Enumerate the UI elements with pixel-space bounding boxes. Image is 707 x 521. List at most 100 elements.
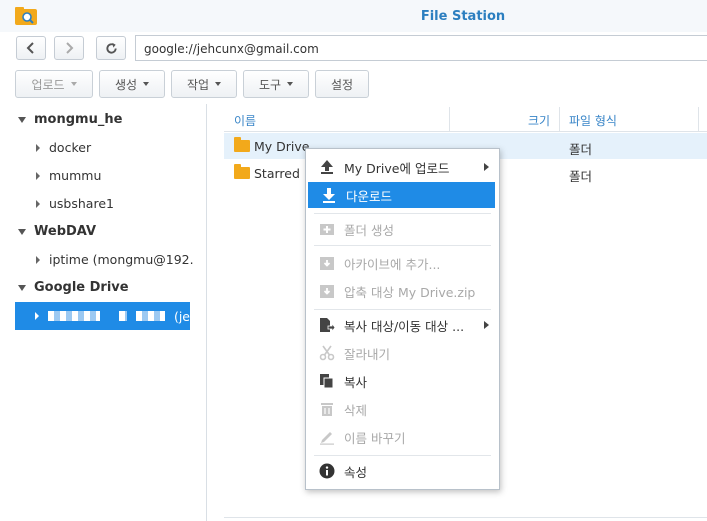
column-header-name[interactable]: 이름 — [234, 112, 256, 129]
menu-item-add-to-archive[interactable]: 아카이브에 추가... — [306, 250, 499, 276]
navigation-bar: google://jehcunx@gmail.com — [0, 32, 707, 66]
menu-item-label: 폴더 생성 — [344, 222, 394, 238]
menu-item-label: 복사 — [344, 374, 368, 390]
menu-item-upload-to[interactable]: My Drive에 업로드 — [306, 154, 499, 180]
menu-item-label: 속성 — [344, 464, 368, 480]
title-bar: File Station — [0, 0, 707, 33]
sidebar-group-mongmu-he[interactable]: mongmu_he — [18, 112, 122, 127]
menu-item-copy-move-to[interactable]: 복사 대상/이동 대상 ... — [306, 312, 499, 338]
column-header-type[interactable]: 파일 형식 — [569, 112, 617, 129]
column-divider — [449, 107, 450, 131]
refresh-icon — [105, 42, 117, 54]
menu-item-rename[interactable]: 이름 바꾸기 — [306, 424, 499, 450]
pencil-icon — [318, 428, 336, 446]
sidebar-item-label: docker — [49, 140, 92, 155]
menu-item-copy[interactable]: 복사 — [306, 368, 499, 394]
sidebar-group-label: mongmu_he — [34, 112, 123, 127]
caret-down-icon — [215, 82, 222, 86]
menu-separator — [314, 455, 491, 456]
chevron-right-icon — [66, 42, 74, 54]
menu-item-create-folder[interactable]: 폴더 생성 — [306, 216, 499, 242]
info-icon — [318, 462, 336, 480]
sidebar-item-label: (je — [173, 308, 190, 324]
upload-label: 업로드 — [31, 77, 65, 92]
caret-down-icon — [70, 82, 77, 86]
sidebar-group-google-drive[interactable]: Google Drive — [18, 280, 129, 295]
sidebar-item-usbshare1[interactable]: usbshare1 — [36, 196, 114, 211]
file-type: 폴더 — [569, 169, 593, 184]
toolbar: 업로드 생성 작업 도구 설정 — [0, 66, 707, 105]
back-button[interactable] — [16, 36, 46, 60]
redacted-text — [48, 311, 101, 321]
create-label: 생성 — [114, 77, 138, 92]
menu-item-label: 복사 대상/이동 대상 ... — [344, 318, 465, 334]
forward-button[interactable] — [54, 36, 84, 60]
menu-item-delete[interactable]: 삭제 — [306, 396, 499, 422]
expand-arrow-icon — [18, 284, 26, 291]
file-name: My Drive — [254, 139, 310, 154]
scissors-icon — [318, 344, 336, 362]
menu-item-label: 잘라내기 — [344, 346, 391, 362]
column-divider — [559, 107, 560, 131]
sidebar-item-google-account[interactable]: (je — [15, 302, 190, 330]
submenu-arrow-icon — [484, 321, 489, 329]
tools-button[interactable]: 도구 — [243, 70, 309, 98]
sidebar-item-docker[interactable]: docker — [36, 140, 91, 155]
folder-icon — [234, 137, 250, 152]
caret-down-icon — [143, 82, 150, 86]
archive-icon — [318, 254, 336, 272]
collapse-arrow-icon — [36, 199, 40, 208]
menu-item-label: 삭제 — [344, 402, 368, 418]
upload-button[interactable]: 업로드 — [15, 70, 93, 98]
context-menu: My Drive에 업로드 다운로드 폴더 생성 아카이브에 추가... 압축 … — [305, 148, 500, 490]
menu-separator — [314, 245, 491, 246]
collapse-arrow-icon — [35, 312, 39, 320]
tools-label: 도구 — [258, 77, 282, 92]
file-name: Starred — [254, 166, 300, 181]
path-input[interactable]: google://jehcunx@gmail.com — [135, 35, 707, 61]
menu-item-download[interactable]: 다운로드 — [308, 182, 495, 208]
menu-separator — [314, 309, 491, 310]
menu-item-compress-to[interactable]: 압축 대상 My Drive.zip — [306, 278, 499, 304]
menu-item-label: 이름 바꾸기 — [344, 430, 406, 446]
refresh-button[interactable] — [96, 36, 126, 60]
sidebar: mongmu_he docker mummu usbshare1 WebDAV … — [0, 104, 207, 521]
expand-arrow-icon — [18, 228, 26, 235]
sidebar-item-label: usbshare1 — [49, 196, 114, 211]
collapse-arrow-icon — [36, 143, 40, 152]
settings-label: 설정 — [330, 77, 354, 92]
copy-move-icon — [318, 316, 336, 334]
list-bottom-border — [224, 517, 707, 518]
upload-icon — [318, 158, 336, 176]
collapse-arrow-icon — [36, 171, 40, 180]
menu-item-label: 다운로드 — [346, 188, 393, 204]
sidebar-item-iptime[interactable]: iptime (mongmu@192. — [36, 252, 194, 267]
sidebar-item-label: mummu — [49, 168, 102, 183]
collapse-arrow-icon — [36, 255, 40, 264]
chevron-left-icon — [26, 42, 34, 54]
redacted-text — [135, 311, 165, 321]
submenu-arrow-icon — [484, 163, 489, 171]
sidebar-item-label: iptime (mongmu@192. — [49, 252, 194, 267]
sidebar-group-webdav[interactable]: WebDAV — [18, 224, 96, 239]
sidebar-item-mummu[interactable]: mummu — [36, 168, 101, 183]
sidebar-group-label: Google Drive — [34, 280, 129, 295]
window-title: File Station — [420, 9, 506, 24]
folder-icon — [234, 164, 250, 179]
menu-item-label: My Drive에 업로드 — [344, 160, 450, 176]
settings-button[interactable]: 설정 — [315, 70, 369, 98]
redacted-text — [119, 311, 127, 321]
menu-item-properties[interactable]: 속성 — [306, 458, 499, 484]
sidebar-group-label: WebDAV — [34, 224, 97, 239]
expand-arrow-icon — [18, 116, 26, 123]
column-divider — [698, 107, 699, 131]
create-button[interactable]: 생성 — [99, 70, 165, 98]
column-header-size[interactable]: 크기 — [528, 112, 550, 129]
menu-item-cut[interactable]: 잘라내기 — [306, 340, 499, 366]
table-header: 이름 크기 파일 형식 — [224, 107, 707, 132]
menu-separator — [314, 213, 491, 214]
download-icon — [320, 186, 338, 204]
compress-icon — [318, 282, 336, 300]
action-button[interactable]: 작업 — [171, 70, 237, 98]
menu-item-label: 아카이브에 추가... — [344, 256, 441, 272]
